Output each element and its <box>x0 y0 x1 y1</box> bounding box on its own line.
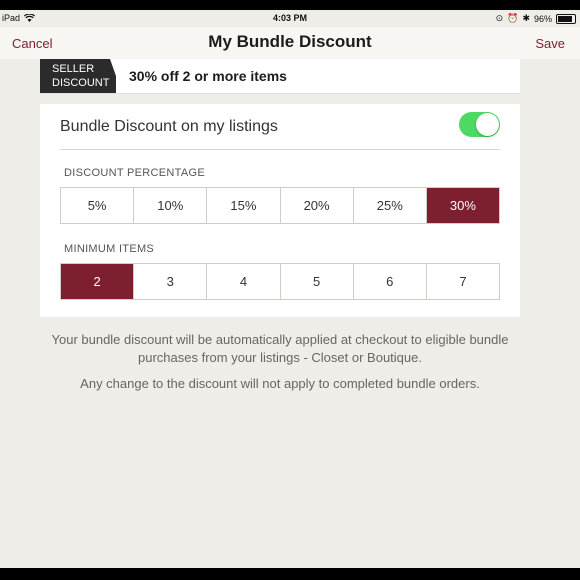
screen: iPad 4:03 PM ⊙ ⏰ ✱ 96% Cancel My Bundle … <box>0 10 580 568</box>
discount-option[interactable]: 15% <box>207 188 281 223</box>
save-button[interactable]: Save <box>535 36 565 51</box>
bundle-change-note: Any change to the discount will not appl… <box>80 376 480 391</box>
rotation-lock-icon: ⊙ <box>495 13 504 23</box>
battery-percent: 96% <box>533 13 552 24</box>
min-items-option[interactable]: 4 <box>207 264 281 299</box>
alarm-icon: ⏰ <box>507 13 519 23</box>
minimum-items-label: MINIMUM ITEMS <box>64 243 155 255</box>
bundle-info-text: Your bundle discount will be automatical… <box>51 332 509 365</box>
discount-option[interactable]: 5% <box>61 188 135 223</box>
status-bar: iPad 4:03 PM ⊙ ⏰ ✱ 96% <box>0 10 580 27</box>
toggle-knob <box>476 113 499 136</box>
bundle-discount-toggle-row: Bundle Discount on my listings <box>60 104 500 150</box>
nav-bar: Cancel My Bundle Discount Save <box>0 27 580 59</box>
min-items-option[interactable]: 7 <box>426 264 500 299</box>
min-items-option[interactable]: 5 <box>280 264 354 299</box>
battery-icon <box>556 13 576 24</box>
discount-percentage-selector: 5% 10% 15% 20% 25% 30% <box>60 187 500 224</box>
discount-option[interactable]: 20% <box>280 188 354 223</box>
discount-settings-panel: Bundle Discount on my listings DISCOUNT … <box>40 104 520 317</box>
bluetooth-icon: ✱ <box>522 13 530 23</box>
tag-line-1: SELLER <box>52 63 95 75</box>
status-right: ⊙ ⏰ ✱ 96% <box>496 13 576 24</box>
tag-line-2: DISCOUNT <box>52 77 110 89</box>
toggle-label: Bundle Discount on my listings <box>60 118 278 135</box>
bundle-discount-toggle[interactable] <box>459 112 500 137</box>
seller-discount-banner: SELLER DISCOUNT 30% off 2 or more items <box>40 59 520 94</box>
min-items-option[interactable]: 6 <box>353 264 427 299</box>
banner-summary: 30% off 2 or more items <box>129 68 287 84</box>
seller-discount-tag: SELLER DISCOUNT <box>40 59 116 93</box>
discount-percentage-label: DISCOUNT PERCENTAGE <box>64 167 205 179</box>
page-title: My Bundle Discount <box>208 32 372 51</box>
discount-option[interactable]: 10% <box>134 188 208 223</box>
discount-option[interactable]: 25% <box>353 188 427 223</box>
status-time: 4:03 PM <box>272 13 307 23</box>
min-items-option-selected[interactable]: 2 <box>61 264 135 299</box>
minimum-items-selector: 2 3 4 5 6 7 <box>60 263 500 300</box>
min-items-option[interactable]: 3 <box>134 264 208 299</box>
discount-option-selected[interactable]: 30% <box>426 188 500 223</box>
